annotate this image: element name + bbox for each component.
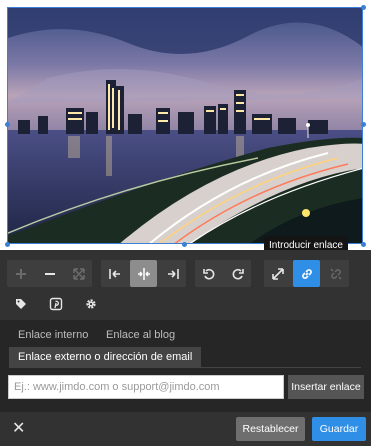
rotate-right-icon[interactable] [224,260,251,287]
tab-divider [9,367,361,368]
link-icon[interactable] [293,260,320,287]
rotate-left-icon[interactable] [195,260,222,287]
resize-handle-bottom-left[interactable] [5,242,10,247]
align-center-icon[interactable] [130,260,157,287]
reset-button[interactable]: Restablecer [236,417,305,441]
zoom-in-icon[interactable] [7,260,34,287]
resize-handle-top-right[interactable] [361,5,366,10]
resize-handle-bottom-right[interactable] [361,242,366,247]
save-button[interactable]: Guardar [312,417,366,441]
resize-handle-left[interactable] [5,122,10,127]
fullscreen-icon[interactable] [264,260,291,287]
gear-icon[interactable] [77,290,104,317]
link-panel: Enlace interno Enlace al blog Enlace ext… [0,320,371,412]
skyline-photo-graphic [8,8,362,243]
image-toolbar [0,250,371,320]
photo-boston-skyline[interactable] [7,7,363,244]
close-icon[interactable]: ✕ [12,419,25,439]
resize-handle-right[interactable] [361,122,366,127]
tab-enlace-interno[interactable]: Enlace interno [18,329,88,341]
tab-enlace-blog[interactable]: Enlace al blog [106,329,175,341]
pinterest-icon[interactable] [42,290,69,317]
align-right-icon[interactable] [159,260,186,287]
footer-bar: ✕ Restablecer Guardar [0,412,371,446]
insert-link-button[interactable]: Insertar enlace [288,375,364,399]
tag-icon[interactable] [7,290,34,317]
fit-icon[interactable] [65,260,92,287]
tab-enlace-externo[interactable]: Enlace externo o dirección de email [9,347,202,368]
url-input[interactable] [8,375,284,399]
image-frame [0,0,371,250]
unlink-icon[interactable] [322,260,349,287]
zoom-out-icon[interactable] [36,260,63,287]
resize-handle-bottom[interactable] [182,242,187,247]
align-left-icon[interactable] [101,260,128,287]
